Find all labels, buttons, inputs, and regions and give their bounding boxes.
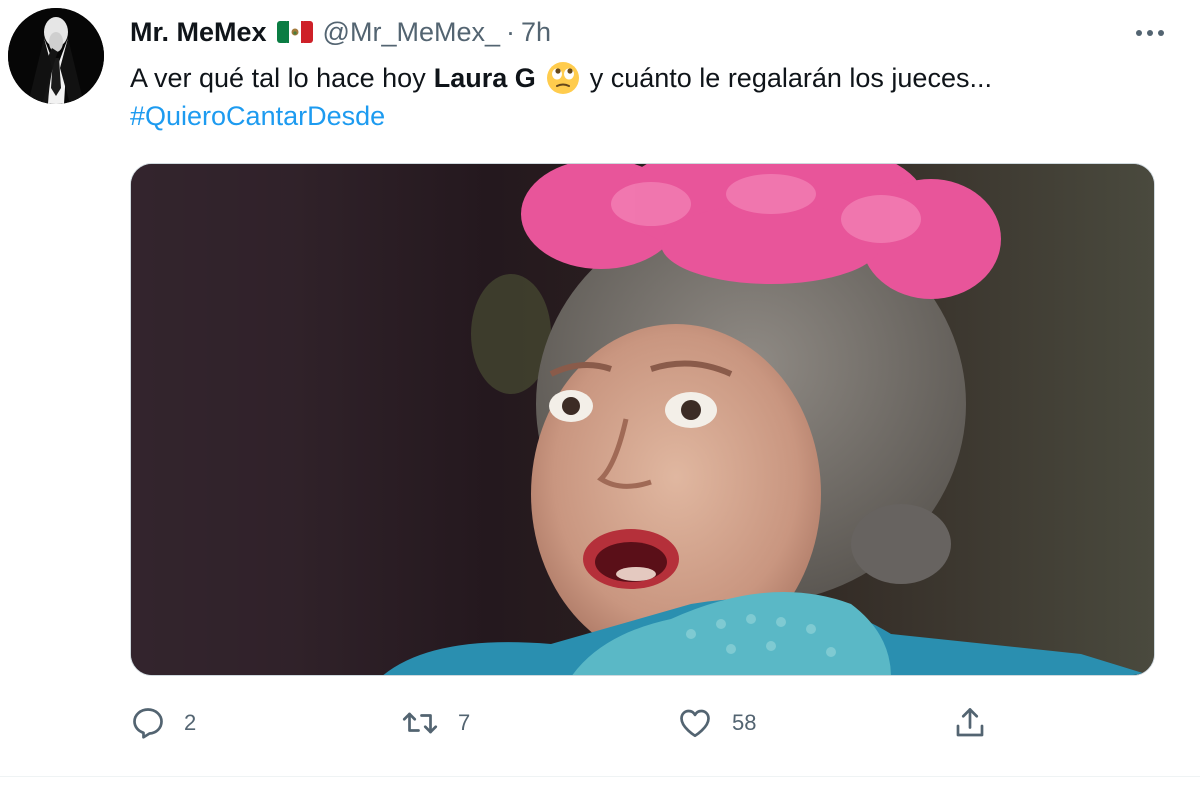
tweet-header: Mr. MeMex @Mr_MeMex_ · 7h — [130, 12, 551, 52]
user-handle[interactable]: @Mr_MeMex_ — [323, 17, 500, 48]
reply-count: 2 — [184, 710, 197, 735]
share-button[interactable] — [952, 700, 988, 746]
like-count: 58 — [732, 710, 757, 735]
retweet-count: 7 — [458, 710, 471, 735]
reply-button[interactable]: 2 — [130, 700, 196, 746]
display-name[interactable]: Mr. MeMex — [130, 17, 267, 48]
retweet-button[interactable]: 7 — [400, 700, 470, 746]
mexico-flag-icon — [276, 19, 313, 45]
heart-icon — [680, 709, 710, 738]
avatar[interactable] — [8, 8, 104, 104]
tweet-media-image[interactable] — [130, 163, 1155, 676]
avatar-suit-icon — [8, 8, 104, 104]
divider — [0, 776, 1200, 777]
like-button[interactable]: 58 — [676, 700, 756, 746]
surprised-woman-photo — [131, 164, 1154, 675]
mention-name: Laura G — [433, 63, 536, 93]
reply-icon — [133, 708, 163, 739]
retweet-icon — [402, 712, 438, 734]
more-options-icon[interactable] — [1130, 18, 1170, 48]
separator-dot: · — [506, 16, 515, 47]
tweet-text-before: A ver qué tal lo hace hoy — [130, 63, 426, 93]
hashtag-link[interactable]: #QuieroCantarDesde — [130, 96, 385, 136]
face-with-rolling-eyes-emoji — [546, 61, 580, 95]
timestamp[interactable]: 7h — [521, 17, 551, 48]
share-icon — [956, 708, 984, 737]
tweet-text-after: y cuánto le regalarán los jueces... — [589, 63, 992, 93]
tweet-card: Mr. MeMex @Mr_MeMex_ · 7h A ver qué tal … — [0, 0, 1200, 791]
tweet-actions: 2 7 58 — [130, 700, 1010, 746]
tweet-text: A ver qué tal lo hace hoy Laura G y cuán… — [130, 58, 992, 98]
